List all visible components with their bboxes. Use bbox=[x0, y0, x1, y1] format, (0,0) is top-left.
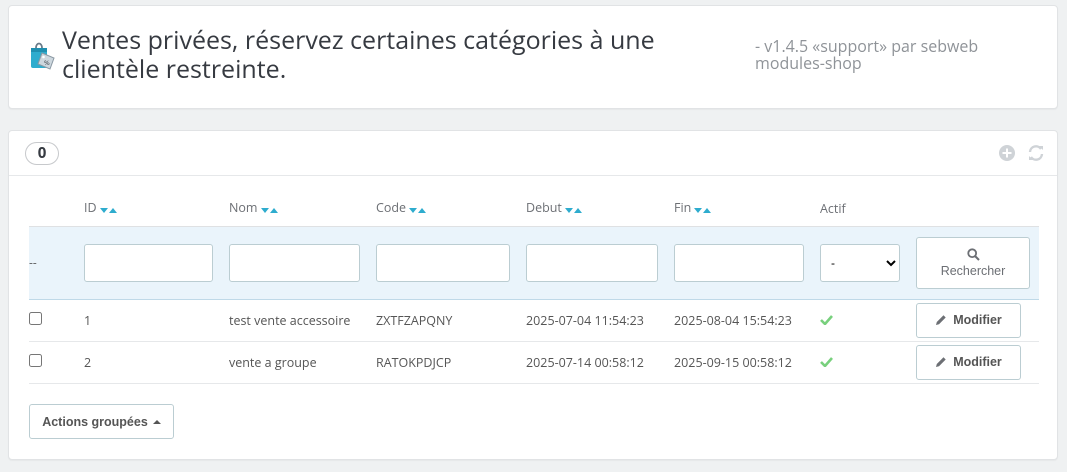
filter-dash: -- bbox=[29, 226, 84, 300]
sort-desc-icon[interactable] bbox=[99, 208, 108, 214]
column-label: Fin bbox=[674, 199, 692, 217]
edit-button-label: Modifier bbox=[953, 355, 1002, 369]
cell-fin: 2025-09-15 00:58:12 bbox=[674, 341, 820, 384]
sales-table: ID Nom Code Debut Fin Actif -- - Recherc… bbox=[29, 191, 1039, 384]
filter-code-input[interactable] bbox=[376, 243, 510, 282]
cell-debut: 2025-07-04 11:54:23 bbox=[526, 299, 674, 342]
pencil-icon bbox=[936, 357, 946, 367]
shopping-bag-discount-icon: % bbox=[31, 42, 55, 70]
row-checkbox[interactable] bbox=[29, 311, 42, 325]
page-title: Ventes privées, réservez certaines catég… bbox=[62, 23, 655, 86]
sort-asc-icon[interactable] bbox=[108, 208, 117, 214]
sort-arrows bbox=[564, 200, 583, 217]
filter-fin-input[interactable] bbox=[674, 243, 804, 282]
column-header-nom: Nom bbox=[229, 191, 376, 227]
row-checkbox[interactable] bbox=[29, 353, 42, 367]
edit-button[interactable]: Modifier bbox=[916, 344, 1021, 380]
cell-id: 1 bbox=[84, 299, 229, 342]
edit-button-label: Modifier bbox=[953, 313, 1002, 327]
module-header-panel: % Ventes privées, réservez certaines cat… bbox=[8, 5, 1058, 109]
bulk-actions-button[interactable]: Actions groupées bbox=[29, 404, 174, 439]
filter-row: -- - Rechercher bbox=[29, 226, 1039, 300]
column-label: ID bbox=[84, 199, 97, 217]
sort-desc-icon[interactable] bbox=[409, 208, 418, 214]
search-button[interactable]: Rechercher bbox=[916, 236, 1030, 289]
bulk-actions-label: Actions groupées bbox=[42, 414, 148, 429]
cell-nom: vente a groupe bbox=[229, 341, 376, 384]
cell-fin: 2025-08-04 15:54:23 bbox=[674, 299, 820, 342]
sort-arrows bbox=[694, 200, 712, 217]
cell-debut: 2025-07-14 00:58:12 bbox=[526, 341, 674, 384]
cell-actif bbox=[820, 341, 916, 384]
sort-desc-icon[interactable] bbox=[694, 208, 703, 214]
list-count-badge: 0 bbox=[25, 142, 59, 165]
refresh-icon[interactable] bbox=[1027, 144, 1045, 162]
cell-actif bbox=[820, 299, 916, 342]
sort-asc-icon[interactable] bbox=[269, 208, 278, 214]
filter-nom-input[interactable] bbox=[229, 243, 360, 282]
check-icon[interactable] bbox=[820, 356, 833, 368]
add-icon[interactable] bbox=[998, 144, 1016, 162]
table-row[interactable]: 1 test vente accessoire ZXTFZAPQNY 2025-… bbox=[29, 299, 1039, 342]
svg-text:%: % bbox=[44, 60, 50, 67]
caret-up-icon bbox=[152, 419, 161, 424]
column-header-id: ID bbox=[84, 191, 229, 227]
cell-nom: test vente accessoire bbox=[229, 299, 376, 342]
column-label: Code bbox=[376, 199, 407, 217]
sort-arrows bbox=[409, 200, 427, 217]
filter-debut-input[interactable] bbox=[526, 243, 658, 282]
column-header-debut: Debut bbox=[526, 191, 674, 227]
search-button-label: Rechercher bbox=[940, 263, 1006, 278]
list-heading: 0 bbox=[9, 131, 1057, 176]
column-label: Debut bbox=[526, 199, 562, 217]
cell-code: ZXTFZAPQNY bbox=[376, 299, 526, 342]
column-header-code: Code bbox=[376, 191, 526, 227]
column-label: Nom bbox=[229, 199, 258, 217]
version-line-2: modules-shop bbox=[755, 52, 862, 74]
filter-id-input[interactable] bbox=[84, 243, 213, 282]
table-row[interactable]: 2 vente a groupe RATOKPDJCP 2025-07-14 0… bbox=[29, 341, 1039, 384]
search-icon bbox=[966, 247, 980, 261]
sort-asc-icon[interactable] bbox=[573, 208, 582, 214]
sort-desc-icon[interactable] bbox=[260, 208, 269, 214]
edit-button[interactable]: Modifier bbox=[916, 302, 1021, 338]
sort-arrows bbox=[260, 200, 279, 217]
column-header-actif: Actif bbox=[820, 191, 916, 227]
table-header-row: ID Nom Code Debut Fin Actif bbox=[29, 191, 1039, 227]
column-header-fin: Fin bbox=[674, 191, 820, 227]
sort-asc-icon[interactable] bbox=[703, 208, 712, 214]
sort-asc-icon[interactable] bbox=[418, 208, 427, 214]
check-icon[interactable] bbox=[820, 314, 833, 326]
private-sales-list-panel: 0 ID Nom Code Debut Fin Actif -- - Reche… bbox=[8, 130, 1058, 460]
pencil-icon bbox=[936, 315, 946, 325]
sort-arrows bbox=[99, 200, 118, 217]
sort-desc-icon[interactable] bbox=[564, 208, 573, 214]
module-version: - v1.4.5 «support» par sebweb modules-sh… bbox=[755, 38, 1035, 72]
cell-code: RATOKPDJCP bbox=[376, 341, 526, 384]
cell-id: 2 bbox=[84, 341, 229, 384]
filter-actif-select[interactable]: - bbox=[820, 243, 900, 282]
